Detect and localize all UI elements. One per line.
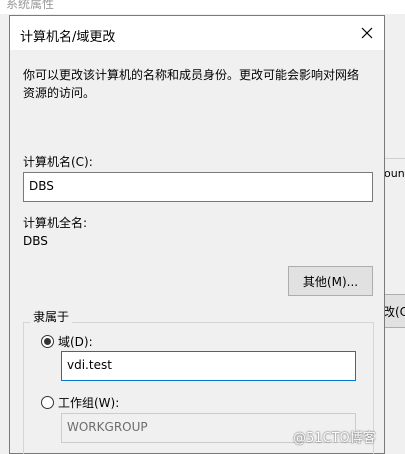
- full-computer-name-label: 计算机全名:: [23, 216, 88, 230]
- dialog-titlebar: 计算机名/域更改: [10, 16, 384, 50]
- close-button[interactable]: [352, 18, 382, 48]
- change-button-label: 改(C): [383, 305, 405, 319]
- domain-label: 域(D):: [58, 335, 93, 349]
- domain-input[interactable]: vdi.test: [61, 351, 356, 381]
- system-properties-title: 系统属性: [6, 0, 55, 11]
- computer-name-label: 计算机名(C):: [23, 155, 93, 169]
- system-properties-titlebar: 系统属性: [0, 0, 405, 14]
- workgroup-label: 工作组(W):: [58, 396, 120, 410]
- watermark: @51CTO博客: [293, 431, 376, 446]
- more-button[interactable]: 其他(M)...: [288, 266, 373, 296]
- radio-selected-dot: [44, 338, 51, 345]
- domain-radio[interactable]: [41, 335, 54, 348]
- member-of-legend: 隶属于: [30, 308, 73, 325]
- full-computer-name-value: DBS: [23, 234, 48, 248]
- dialog-title: 计算机名/域更改: [20, 30, 116, 45]
- computer-name-input[interactable]: DBS: [23, 172, 373, 202]
- system-properties-body: [383, 14, 405, 454]
- dialog-description: 你可以更改该计算机的名称和成员身份。更改可能会影响对网络资源的访问。: [23, 68, 360, 100]
- background-partial-text: ount: [384, 167, 405, 180]
- divider: [383, 158, 405, 159]
- workgroup-radio[interactable]: [41, 396, 54, 409]
- close-icon: [361, 27, 373, 39]
- computer-name-dialog: 计算机名/域更改 你可以更改该计算机的名称和成员身份。更改可能会影响对网络资源的…: [9, 15, 385, 454]
